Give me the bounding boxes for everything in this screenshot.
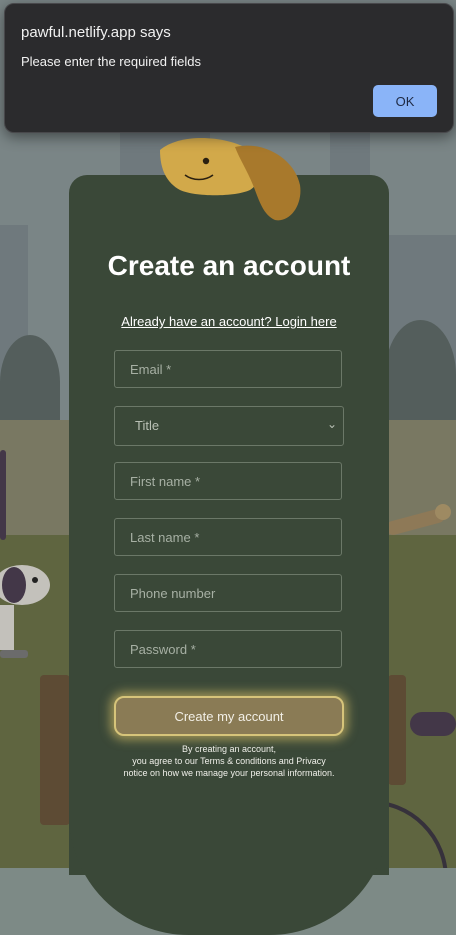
create-account-button[interactable]: Create my account xyxy=(114,696,344,736)
legal-line: notice on how we manage your personal in… xyxy=(123,768,335,778)
legal-line: you agree to our Terms & conditions and … xyxy=(132,756,326,766)
title-select-value: Title xyxy=(135,418,160,433)
alert-dialog: pawful.netlify.app says Please enter the… xyxy=(4,3,454,133)
page-title: Create an account xyxy=(107,250,351,281)
legal-line: By creating an account, xyxy=(181,744,277,754)
password-field[interactable] xyxy=(114,630,342,668)
first-name-field[interactable] xyxy=(114,462,342,500)
email-field[interactable] xyxy=(114,350,342,388)
dog-mascot-icon xyxy=(160,137,301,221)
legal-notice: By creating an account, you agree to our… xyxy=(69,743,389,779)
dialog-title: pawful.netlify.app says xyxy=(21,24,171,41)
chevron-down-icon: ⌄ xyxy=(326,417,337,431)
phone-field[interactable] xyxy=(114,574,342,612)
ok-button[interactable]: OK xyxy=(373,85,437,117)
last-name-field[interactable] xyxy=(114,518,342,556)
login-link[interactable]: Already have an account? Login here xyxy=(69,314,389,329)
title-select[interactable]: Title ⌄ xyxy=(114,406,344,446)
dialog-message: Please enter the required fields xyxy=(21,54,201,69)
